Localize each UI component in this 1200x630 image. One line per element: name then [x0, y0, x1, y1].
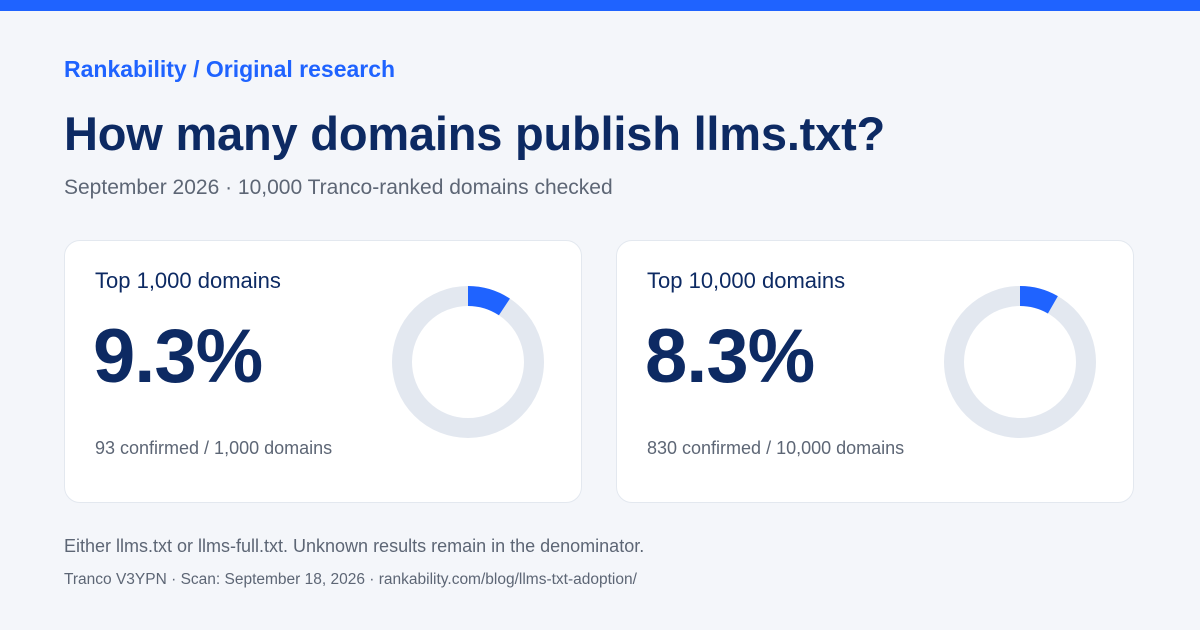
stat-card-label: Top 1,000 domains	[95, 268, 281, 293]
page-subtitle: September 2026 · 10,000 Tranco-ranked do…	[64, 176, 613, 199]
donut-chart	[944, 286, 1096, 438]
stat-card-top-10000: Top 10,000 domains 8.3% 830 confirmed / …	[616, 240, 1134, 503]
stat-card-label: Top 10,000 domains	[647, 268, 846, 293]
top-accent-bar	[0, 0, 1200, 11]
eyebrow-breadcrumb: Rankability / Original research	[64, 56, 396, 82]
stat-card-percent: 9.3%	[93, 314, 263, 399]
source-line: Tranco V3YPN · Scan: September 18, 2026 …	[64, 571, 637, 588]
donut-chart	[392, 286, 544, 438]
donut-track	[944, 286, 1096, 438]
page-title: How many domains publish llms.txt?	[64, 107, 886, 160]
stat-card-top-1000: Top 1,000 domains 9.3% 93 confirmed / 1,…	[64, 240, 582, 503]
donut-track	[392, 286, 544, 438]
stat-card-count: 93 confirmed / 1,000 domains	[95, 438, 333, 458]
footnote: Either llms.txt or llms-full.txt. Unknow…	[64, 536, 645, 556]
stat-card-percent: 8.3%	[645, 314, 815, 399]
stat-card-count: 830 confirmed / 10,000 domains	[647, 438, 905, 458]
